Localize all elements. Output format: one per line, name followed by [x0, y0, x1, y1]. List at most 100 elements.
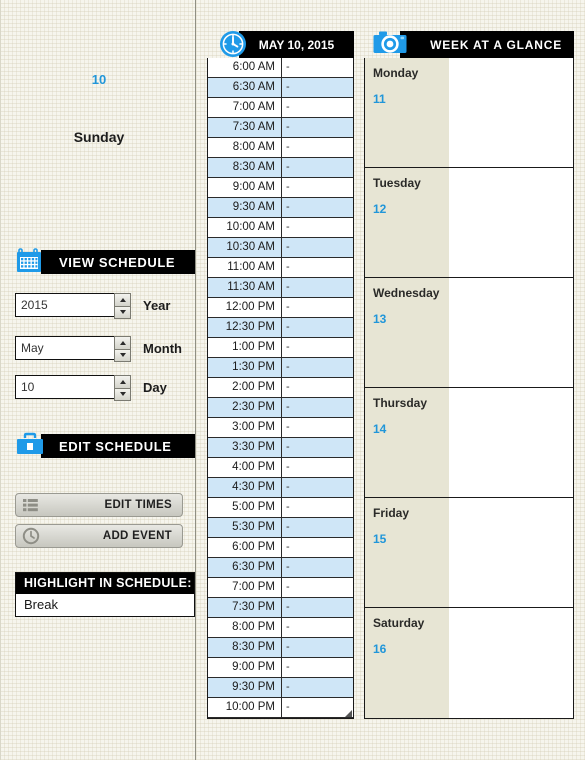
time-slot-event[interactable]: - — [282, 658, 353, 677]
time-slot-row[interactable]: 7:30 AM - — [208, 118, 353, 138]
highlight-value[interactable]: Break — [16, 594, 194, 616]
week-day-events[interactable] — [449, 168, 573, 277]
week-day-row[interactable]: Friday 15 — [365, 498, 573, 608]
time-slot-event[interactable]: - — [282, 338, 353, 357]
time-slot-event[interactable]: - — [282, 58, 353, 77]
week-day-row[interactable]: Thursday 14 — [365, 388, 573, 498]
time-slot-row[interactable]: 9:00 PM - — [208, 658, 353, 678]
time-slot-row[interactable]: 6:00 PM - — [208, 538, 353, 558]
time-slot-event[interactable]: - — [282, 358, 353, 377]
time-slot-row[interactable]: 5:30 PM - — [208, 518, 353, 538]
time-slot-event[interactable]: - — [282, 518, 353, 537]
month-stepper[interactable] — [114, 336, 131, 362]
time-slot-row[interactable]: 12:30 PM - — [208, 318, 353, 338]
time-slot-row[interactable]: 10:30 AM - — [208, 238, 353, 258]
week-day-row[interactable]: Saturday 16 — [365, 608, 573, 718]
add-event-button[interactable]: ADD EVENT — [15, 524, 183, 548]
time-slot-row[interactable]: 3:30 PM - — [208, 438, 353, 458]
time-slot-event[interactable]: - — [282, 698, 353, 717]
time-slot-label: 10:00 AM — [208, 218, 282, 237]
time-slot-row[interactable]: 1:30 PM - — [208, 358, 353, 378]
time-slot-event[interactable]: - — [282, 198, 353, 217]
time-slot-event[interactable]: - — [282, 438, 353, 457]
time-slot-event[interactable]: - — [282, 118, 353, 137]
time-slot-label: 6:30 PM — [208, 558, 282, 577]
time-slot-event[interactable]: - — [282, 498, 353, 517]
week-day-number: 15 — [373, 532, 387, 546]
time-slot-row[interactable]: 8:00 PM - — [208, 618, 353, 638]
time-slot-row[interactable]: 2:00 PM - — [208, 378, 353, 398]
time-slot-row[interactable]: 5:00 PM - — [208, 498, 353, 518]
time-slot-event[interactable]: - — [282, 258, 353, 277]
time-slot-row[interactable]: 3:00 PM - — [208, 418, 353, 438]
time-slot-event[interactable]: - — [282, 178, 353, 197]
year-stepper[interactable] — [114, 293, 131, 319]
time-slot-row[interactable]: 8:30 AM - — [208, 158, 353, 178]
time-slot-row[interactable]: 7:30 PM - — [208, 598, 353, 618]
week-day-row[interactable]: Tuesday 12 — [365, 168, 573, 278]
time-slot-row[interactable]: 12:00 PM - — [208, 298, 353, 318]
time-slot-event[interactable]: - — [282, 298, 353, 317]
time-slot-event[interactable]: - — [282, 418, 353, 437]
time-slot-event[interactable]: - — [282, 598, 353, 617]
time-slot-row[interactable]: 4:30 PM - — [208, 478, 353, 498]
time-slot-row[interactable]: 8:00 AM - — [208, 138, 353, 158]
day-stepper-down[interactable] — [114, 388, 131, 401]
time-slot-row[interactable]: 10:00 AM - — [208, 218, 353, 238]
time-slot-row[interactable]: 6:30 PM - — [208, 558, 353, 578]
month-input[interactable]: May — [15, 336, 131, 362]
year-stepper-down[interactable] — [114, 306, 131, 319]
week-day-header: Saturday 16 — [365, 608, 449, 718]
time-slot-event[interactable]: - — [282, 678, 353, 697]
week-day-events[interactable] — [449, 58, 573, 167]
time-slot-event[interactable]: - — [282, 218, 353, 237]
edit-times-button[interactable]: EDIT TIMES — [15, 493, 183, 517]
time-slot-row[interactable]: 8:30 PM - — [208, 638, 353, 658]
month-stepper-down[interactable] — [114, 349, 131, 362]
time-slot-event[interactable]: - — [282, 578, 353, 597]
year-stepper-up[interactable] — [114, 293, 131, 307]
month-stepper-up[interactable] — [114, 336, 131, 350]
year-value: 2015 — [21, 298, 48, 312]
time-slot-event[interactable]: - — [282, 398, 353, 417]
time-slot-event[interactable]: - — [282, 318, 353, 337]
time-slot-event[interactable]: - — [282, 98, 353, 117]
time-slot-row[interactable]: 10:00 PM - — [208, 698, 353, 718]
time-slot-row[interactable]: 7:00 PM - — [208, 578, 353, 598]
time-slot-event[interactable]: - — [282, 78, 353, 97]
week-day-events[interactable] — [449, 278, 573, 387]
year-input[interactable]: 2015 — [15, 293, 131, 319]
time-slot-event[interactable]: - — [282, 378, 353, 397]
time-slot-row[interactable]: 2:30 PM - — [208, 398, 353, 418]
week-day-events[interactable] — [449, 498, 573, 607]
time-slot-row[interactable]: 11:00 AM - — [208, 258, 353, 278]
time-slot-row[interactable]: 6:30 AM - — [208, 78, 353, 98]
time-slot-row[interactable]: 7:00 AM - — [208, 98, 353, 118]
time-slot-event[interactable]: - — [282, 638, 353, 657]
time-slot-event[interactable]: - — [282, 278, 353, 297]
time-slot-event[interactable]: - — [282, 138, 353, 157]
day-input[interactable]: 10 — [15, 375, 131, 401]
time-slot-event[interactable]: - — [282, 558, 353, 577]
time-slot-row[interactable]: 9:30 AM - — [208, 198, 353, 218]
time-slot-row[interactable]: 9:30 PM - — [208, 678, 353, 698]
day-stepper-up[interactable] — [114, 375, 131, 389]
time-slot-event[interactable]: - — [282, 238, 353, 257]
time-slot-event[interactable]: - — [282, 538, 353, 557]
selected-day-hero: 10 Sunday — [1, 70, 197, 146]
week-day-row[interactable]: Wednesday 13 — [365, 278, 573, 388]
time-slot-event[interactable]: - — [282, 618, 353, 637]
time-slot-row[interactable]: 11:30 AM - — [208, 278, 353, 298]
week-day-events[interactable] — [449, 608, 573, 718]
time-slot-event[interactable]: - — [282, 458, 353, 477]
week-day-row[interactable]: Monday 11 — [365, 58, 573, 168]
time-slot-row[interactable]: 4:00 PM - — [208, 458, 353, 478]
time-slot-row[interactable]: 6:00 AM - — [208, 58, 353, 78]
time-slot-event[interactable]: - — [282, 478, 353, 497]
resize-grip[interactable] — [345, 710, 352, 717]
day-stepper[interactable] — [114, 375, 131, 401]
time-slot-row[interactable]: 1:00 PM - — [208, 338, 353, 358]
time-slot-row[interactable]: 9:00 AM - — [208, 178, 353, 198]
week-day-events[interactable] — [449, 388, 573, 497]
time-slot-event[interactable]: - — [282, 158, 353, 177]
